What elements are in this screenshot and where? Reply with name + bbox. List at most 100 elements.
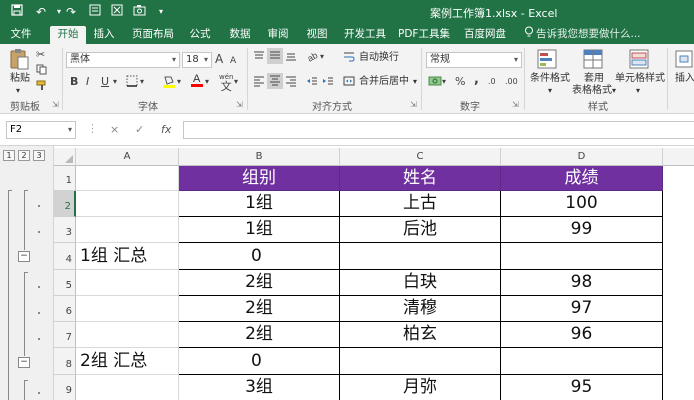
cell-c2[interactable]: 上古 <box>340 191 501 217</box>
currency-dropdown-icon[interactable]: ▾ <box>442 75 446 89</box>
cell-a1[interactable] <box>76 166 179 191</box>
outline-level-2-button[interactable]: 2 <box>18 150 30 161</box>
insert-function-button[interactable]: fx <box>161 123 171 136</box>
select-all-button[interactable] <box>54 148 76 166</box>
format-as-table-dropdown-icon[interactable]: ▾ <box>612 84 616 98</box>
paste-icon[interactable] <box>8 48 30 70</box>
underline-dropdown-icon[interactable]: ▾ <box>113 75 117 89</box>
row-header-7[interactable]: 7 <box>54 322 76 348</box>
tab-page-layout[interactable]: 页面布局 <box>131 26 175 44</box>
align-center-icon[interactable] <box>267 73 283 89</box>
tab-home[interactable]: 开始 <box>50 26 86 44</box>
cell-d4[interactable] <box>501 243 663 270</box>
cell-b5[interactable]: 2组 <box>179 270 340 296</box>
increase-decimal-button[interactable]: .0 <box>488 75 496 89</box>
number-format-select[interactable]: 常规 ▾ <box>426 52 522 68</box>
tab-formulas[interactable]: 公式 <box>186 26 214 44</box>
cell-a5[interactable] <box>76 270 179 296</box>
merge-dropdown-icon[interactable]: ▾ <box>413 75 417 89</box>
align-left-icon[interactable] <box>253 75 265 91</box>
wrap-text-icon[interactable] <box>343 50 355 66</box>
font-launcher-icon[interactable]: ⇲ <box>236 100 243 109</box>
tab-view[interactable]: 视图 <box>303 26 331 44</box>
undo-icon[interactable]: ↶ <box>32 3 50 21</box>
row-header-8[interactable]: 8 <box>54 348 76 375</box>
cell-a3[interactable] <box>76 217 179 243</box>
cell-d9[interactable]: 95 <box>501 375 663 400</box>
insert-cells-button[interactable]: 插入 <box>675 72 694 86</box>
format-as-table-label-2[interactable]: 表格格式 <box>572 84 612 98</box>
cell-d5[interactable]: 98 <box>501 270 663 296</box>
increase-indent-icon[interactable] <box>322 75 334 91</box>
formula-input[interactable] <box>183 121 694 139</box>
paste-dropdown-icon[interactable]: ▾ <box>16 84 20 98</box>
cell-b8[interactable]: 0 <box>179 348 340 375</box>
save-icon[interactable] <box>8 3 26 21</box>
cell-d1[interactable]: 成绩 <box>501 166 663 191</box>
merge-center-icon[interactable] <box>343 75 355 91</box>
row-header-6[interactable]: 6 <box>54 296 76 322</box>
cell-a9[interactable] <box>76 375 179 400</box>
row-header-9[interactable]: 9 <box>54 375 76 400</box>
cell-c3[interactable]: 后池 <box>340 217 501 243</box>
phonetic-dropdown-icon[interactable]: ▾ <box>234 75 238 89</box>
underline-button[interactable]: U <box>101 75 109 89</box>
cell-d6[interactable]: 97 <box>501 296 663 322</box>
outline-level-1-button[interactable]: 1 <box>3 150 15 161</box>
column-header-c[interactable]: C <box>340 148 501 166</box>
cut-icon[interactable]: ✂ <box>36 48 45 62</box>
cell-a8[interactable]: 2组 汇总 <box>76 348 179 375</box>
cell-b2[interactable]: 1组 <box>179 191 340 217</box>
cell-a2[interactable] <box>76 191 179 217</box>
clipboard-launcher-icon[interactable]: ⇲ <box>52 100 59 109</box>
column-header-b[interactable]: B <box>179 148 340 166</box>
border-icon[interactable] <box>126 75 138 91</box>
align-top-icon[interactable] <box>253 50 265 66</box>
cell-c1[interactable]: 姓名 <box>340 166 501 191</box>
cell-d7[interactable]: 96 <box>501 322 663 348</box>
align-right-icon[interactable] <box>285 75 297 91</box>
increase-font-button[interactable]: A <box>215 52 223 66</box>
merge-center-button[interactable]: 合并后居中 <box>359 75 409 89</box>
cell-b6[interactable]: 2组 <box>179 296 340 322</box>
row-header-5[interactable]: 5 <box>54 270 76 296</box>
copy-icon[interactable] <box>36 64 47 79</box>
tab-baidu-netdisk[interactable]: 百度网盘 <box>463 26 507 44</box>
align-bottom-icon[interactable] <box>285 50 297 66</box>
redo-icon[interactable]: ↷ <box>62 3 80 21</box>
tell-me-search[interactable]: 告诉我您想要做什么... <box>536 26 686 44</box>
name-box[interactable]: F2 ▾ <box>6 121 76 139</box>
column-header-e[interactable] <box>663 148 694 166</box>
tab-insert[interactable]: 插入 <box>90 26 118 44</box>
font-color-dropdown-icon[interactable]: ▾ <box>205 75 209 89</box>
cell-c4[interactable] <box>340 243 501 270</box>
fill-color-dropdown-icon[interactable]: ▾ <box>177 75 181 89</box>
decrease-indent-icon[interactable] <box>306 75 318 91</box>
camera-icon[interactable] <box>130 3 148 21</box>
cancel-formula-button[interactable]: × <box>110 123 119 136</box>
font-name-select[interactable]: 黑体 ▾ <box>66 52 180 68</box>
orientation-icon[interactable]: ab <box>306 50 320 66</box>
bold-button[interactable]: B <box>70 75 78 89</box>
cell-a4[interactable]: 1组 汇总 <box>76 243 179 270</box>
tab-pdf-tools[interactable]: PDF工具集 <box>398 26 450 44</box>
number-launcher-icon[interactable]: ⇲ <box>512 100 519 109</box>
decrease-decimal-button[interactable]: .00 <box>505 75 518 89</box>
font-size-select[interactable]: 18 ▾ <box>182 52 212 68</box>
close-file-icon[interactable] <box>108 3 126 21</box>
border-dropdown-icon[interactable]: ▾ <box>140 75 144 89</box>
cell-a6[interactable] <box>76 296 179 322</box>
cell-c7[interactable]: 柏玄 <box>340 322 501 348</box>
conditional-format-dropdown-icon[interactable]: ▾ <box>548 84 552 98</box>
percent-button[interactable]: % <box>455 75 465 89</box>
cell-b7[interactable]: 2组 <box>179 322 340 348</box>
cell-c5[interactable]: 白玦 <box>340 270 501 296</box>
insert-cells-icon[interactable] <box>674 48 694 70</box>
tab-review[interactable]: 审阅 <box>264 26 292 44</box>
collapse-group1-button[interactable]: − <box>18 251 30 262</box>
cell-d3[interactable]: 99 <box>501 217 663 243</box>
decrease-font-button[interactable]: A <box>230 54 236 68</box>
collapse-group2-button[interactable]: − <box>18 357 30 368</box>
conditional-format-icon[interactable] <box>536 48 558 70</box>
row-header-2[interactable]: 2 <box>54 191 76 217</box>
